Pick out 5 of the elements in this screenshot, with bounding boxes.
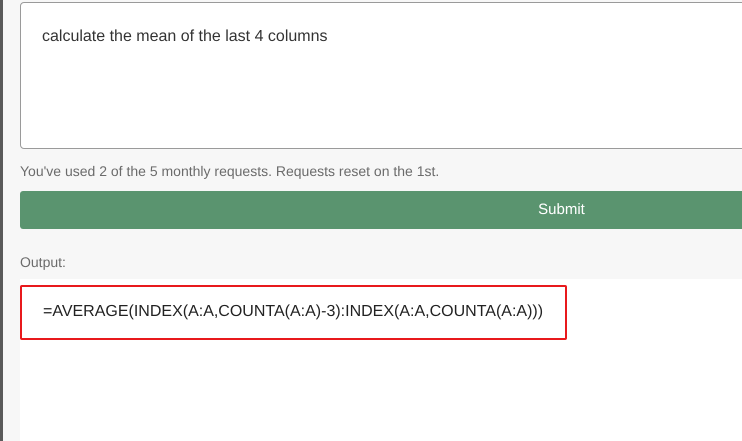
usage-note: You've used 2 of the 5 monthly requests. Requests reset on the 1st. bbox=[20, 162, 440, 180]
prompt-field[interactable]: calculate the mean of the last 4 columns bbox=[20, 2, 742, 150]
formula-text: =AVERAGE(INDEX(A:A,COUNTA(A:A)-3):INDEX(A:A,COUNTA(A:A))) bbox=[43, 302, 544, 322]
output-label: Output: bbox=[20, 252, 67, 271]
submit-button[interactable]: Submit bbox=[20, 191, 742, 229]
